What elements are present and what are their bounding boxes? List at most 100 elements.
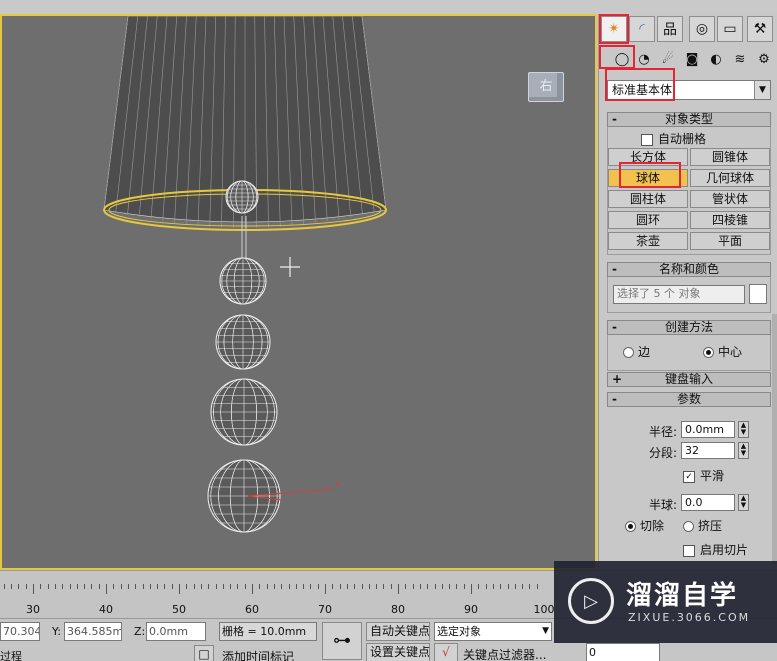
autogrid-label: 自动栅格	[658, 132, 707, 146]
timeline-tick	[193, 584, 195, 589]
cylinder-button[interactable]: 圆柱体	[608, 190, 688, 208]
radio-edge[interactable]: 边	[623, 343, 650, 360]
display-monitor-icon: ▭	[723, 21, 737, 37]
selection-filter-dropdown[interactable]: 选定对象 ▼	[434, 622, 552, 641]
smooth-checkbox[interactable]: ✓ 平滑	[683, 467, 724, 484]
slice-checkbox[interactable]: 启用切片	[683, 541, 748, 558]
timeline-tick	[106, 584, 107, 594]
slice-label: 启用切片	[700, 543, 749, 557]
timeline-tick	[427, 584, 429, 589]
rollout-name-color[interactable]: - 名称和颜色	[607, 262, 771, 277]
auto-key-button[interactable]: 自动关键点	[366, 622, 430, 641]
timeline-tick	[33, 584, 34, 594]
timeline-tick	[471, 584, 472, 594]
frame-field[interactable]: 0	[586, 643, 660, 661]
segments-spinner[interactable]: ▲ ▼	[738, 442, 749, 459]
rollout-name-color-title: 名称和颜色	[658, 262, 719, 276]
tab-motion[interactable]: ◎	[689, 16, 715, 42]
sphere-button[interactable]: 球体	[608, 169, 688, 187]
box-button[interactable]: 长方体	[608, 148, 688, 166]
wireframe-sphere	[215, 314, 271, 370]
timeline-tick	[419, 584, 421, 589]
timeline-tick-label: 90	[464, 603, 478, 616]
add-time-tag[interactable]: 添加时间标记	[222, 648, 294, 661]
viewcube[interactable]: 右	[528, 72, 564, 102]
timeline-tick	[339, 584, 341, 589]
subtab-shapes[interactable]: ◔	[633, 48, 655, 70]
subtab-spacewarps[interactable]: ≋	[729, 48, 751, 70]
tab-utilities[interactable]: ⚒	[747, 16, 773, 42]
object-name-field[interactable]: 选择了 5 个 对象	[613, 285, 745, 304]
hemisphere-label: 半球:	[649, 498, 678, 512]
color-swatch[interactable]	[749, 284, 767, 304]
timeline-tick	[332, 584, 334, 589]
timeline-tick	[295, 584, 297, 589]
timeline-tick	[215, 584, 217, 589]
torus-button[interactable]: 圆环	[608, 211, 688, 229]
timeline-tick	[281, 584, 283, 589]
autogrid-checkbox[interactable]: 自动栅格	[641, 130, 706, 147]
x-coordinate-field[interactable]: 70.304m	[0, 622, 40, 641]
timeline-tick	[200, 584, 202, 589]
geosphere-button[interactable]: 几何球体	[690, 169, 770, 187]
z-coordinate-field[interactable]: 0.0mm	[146, 622, 206, 641]
watermark-subtitle: ZIXUE.3066.COM	[628, 611, 751, 624]
set-key-mode-button[interactable]: ⊶	[322, 622, 362, 660]
timeline-tick	[514, 584, 516, 589]
rollout-keyboard-entry[interactable]: + 键盘输入	[607, 372, 771, 387]
tab-create[interactable]: ✴	[601, 16, 627, 42]
teapot-button[interactable]: 茶壶	[608, 232, 688, 250]
rollout-object-type[interactable]: - 对象类型	[607, 112, 771, 127]
tab-display[interactable]: ▭	[717, 16, 743, 42]
smooth-label: 平滑	[700, 469, 725, 483]
timeline-tick	[398, 584, 399, 594]
timeline-tick	[186, 584, 188, 589]
segments-input[interactable]: 32	[681, 442, 735, 459]
perspective-viewport[interactable]: x 右	[0, 14, 597, 570]
subtab-geometry[interactable]: ◯	[611, 48, 633, 70]
y-coordinate-field[interactable]: 364.585mn	[64, 622, 122, 641]
subtab-cameras[interactable]: ◙	[681, 48, 703, 70]
subtab-lights[interactable]: ☄	[657, 48, 679, 70]
hemisphere-spinner[interactable]: ▲ ▼	[738, 494, 749, 511]
radio-squash-label: 挤压	[698, 519, 723, 533]
radius-input[interactable]: 0.0mm	[681, 421, 735, 438]
rollout-parameters-title: 参数	[676, 392, 701, 406]
tab-hierarchy[interactable]: 品	[657, 16, 683, 42]
plane-button[interactable]: 平面	[690, 232, 770, 250]
tab-modify[interactable]: ◜	[629, 16, 655, 42]
category-dropdown[interactable]: 标准基本体 ▼	[607, 80, 771, 100]
panel-scrollbar[interactable]	[772, 314, 777, 564]
key-filter-icon[interactable]: √	[434, 643, 458, 661]
timeline-tick	[492, 584, 494, 589]
timeline-tick-label: 70	[318, 603, 332, 616]
scene-canvas: x	[103, 16, 387, 533]
hemisphere-input[interactable]: 0.0	[681, 494, 735, 511]
radio-chop[interactable]: 切除	[625, 517, 664, 534]
subtab-systems[interactable]: ⚙	[753, 48, 775, 70]
set-key-button[interactable]: 设置关键点	[366, 643, 430, 661]
timeline-tick	[62, 584, 64, 589]
timeline-tick	[376, 584, 378, 589]
timeline-tick	[383, 584, 385, 589]
watermark-title: 溜溜自学	[626, 581, 739, 611]
key-filters-button[interactable]: 关键点过滤器...	[463, 646, 546, 661]
rollout-creation-method[interactable]: - 创建方法	[607, 320, 771, 335]
app-window: x 右 ✴ ◜ 品 ◎ ▭ ⚒ ◯ ◔ ☄ ◙ ◐ ≋ ⚙ 标准基本体 ▼ - 对象…	[0, 0, 777, 661]
subtab-helpers[interactable]: ◐	[705, 48, 727, 70]
radio-center-label: 中心	[718, 345, 743, 359]
radio-center[interactable]: 中心	[703, 343, 742, 360]
timeline-tick	[179, 584, 180, 594]
timeline-tick	[325, 584, 326, 594]
timeline-tick	[478, 584, 480, 589]
timeline-tick-label: 50	[172, 603, 186, 616]
tube-button[interactable]: 管状体	[690, 190, 770, 208]
cone-button[interactable]: 圆锥体	[690, 148, 770, 166]
time-tag-lock[interactable]: □	[194, 645, 214, 661]
timeline-tick	[11, 584, 13, 589]
radius-spinner[interactable]: ▲ ▼	[738, 421, 749, 438]
rollout-parameters[interactable]: - 参数	[607, 392, 771, 407]
pyramid-button[interactable]: 四棱锥	[690, 211, 770, 229]
radio-squash[interactable]: 挤压	[683, 517, 722, 534]
timeline-tick-label: 100	[533, 603, 555, 616]
